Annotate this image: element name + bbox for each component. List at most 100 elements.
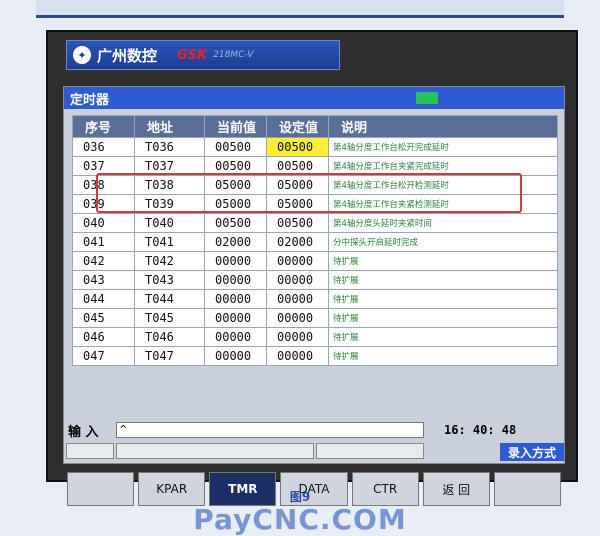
cell-setting-value[interactable]: 00000 [266,289,329,309]
window-title: 定时器 [70,92,110,108]
col-header-current: 当前值 [204,115,267,138]
cell-address: T041 [134,232,205,252]
cell-description: 第4轴分度工作台夹紧完成延时 [328,156,558,176]
cell-description: 待扩展 [328,289,558,309]
cell-setting-value[interactable]: 00000 [266,346,329,366]
cell-no: 041 [72,232,135,252]
input-field[interactable]: ^ [116,422,424,438]
cell-no: 039 [72,194,135,214]
cell-setting-value[interactable]: 00500 [266,156,329,176]
cell-current-value: 00500 [204,137,267,157]
status-cell [66,443,114,459]
cell-description: 第4轴分度工作台夹紧检测延时 [328,194,558,214]
cell-address: T038 [134,175,205,195]
cell-address: T040 [134,213,205,233]
cell-address: T045 [134,308,205,328]
cell-no: 038 [72,175,135,195]
cell-current-value: 05000 [204,194,267,214]
cell-description: 第4轴分度工作台松开检测延时 [328,175,558,195]
timer-table: 序号 地址 当前值 设定值 说明 036 T036 00500 00500 第4轴分度工… [72,115,558,366]
status-row: 录入方式 [64,441,566,463]
cell-setting-value[interactable]: 00000 [266,327,329,347]
table-row[interactable]: 036 T036 00500 00500 第4轴分度工作台松开完成延时 [72,137,558,157]
cell-address: T042 [134,251,205,271]
table-row[interactable]: 045 T045 00000 00000 待扩展 [72,308,558,328]
cell-current-value: 00500 [204,213,267,233]
cell-description: 第4轴分度工作台松开完成延时 [328,137,558,157]
cell-current-value: 00000 [204,346,267,366]
cell-no: 045 [72,308,135,328]
cell-address: T046 [134,327,205,347]
cell-current-value: 00500 [204,156,267,176]
company-name: 广州数控 [97,46,158,65]
cell-address: T037 [134,156,205,176]
table-row[interactable]: 037 T037 00500 00500 第4轴分度工作台夹紧完成延时 [72,156,558,176]
cell-current-value: 00000 [204,289,267,309]
cell-current-value: 00000 [204,270,267,290]
cell-no: 047 [72,346,135,366]
table-row[interactable]: 041 T041 02000 02000 分中探头开启延时完成 [72,232,558,252]
window-title-bar: 定时器 [64,87,564,109]
watermark: PayCNC.COM [193,503,407,536]
cell-address: T043 [134,270,205,290]
brand-bar: ✦ 广州数控 GSK 218MC-V [66,40,340,70]
table-row[interactable]: 039 T039 05000 05000 第4轴分度工作台夹紧检测延时 [72,194,558,214]
cell-setting-value[interactable]: 00000 [266,308,329,328]
cell-address: T047 [134,346,205,366]
cell-description: 待扩展 [328,327,558,347]
cell-no: 042 [72,251,135,271]
cnc-panel: ✦ 广州数控 GSK 218MC-V 定时器 序号 地址 当前值 设定值 说明 … [46,30,578,506]
cell-setting-value[interactable]: 05000 [266,175,329,195]
cell-no: 043 [72,270,135,290]
cell-no: 046 [72,327,135,347]
col-header-desc: 说明 [328,115,558,138]
cell-address: T039 [134,194,205,214]
mode-label: 录入方式 [500,443,564,461]
cell-current-value: 02000 [204,232,267,252]
cell-no: 040 [72,213,135,233]
cell-no: 037 [72,156,135,176]
cell-current-value: 00000 [204,251,267,271]
cell-description: 待扩展 [328,270,558,290]
cell-description: 分中探头开启延时完成 [328,232,558,252]
top-strip [36,0,564,18]
cell-address: T036 [134,137,205,157]
table-header-row: 序号 地址 当前值 设定值 说明 [72,115,558,138]
cell-description: 待扩展 [328,346,558,366]
gsk-logo-icon: ✦ [73,46,91,64]
table-row[interactable]: 038 T038 05000 05000 第4轴分度工作台松开检测延时 [72,175,558,195]
col-header-address: 地址 [134,115,205,138]
table-row[interactable]: 047 T047 00000 00000 待扩展 [72,346,558,366]
caption: 图9 PayCNC.COM [0,488,600,536]
status-cell [116,443,314,459]
cell-description: 第4轴分度头延时夹紧时间 [328,213,558,233]
cell-setting-value[interactable]: 00000 [266,251,329,271]
cell-setting-value[interactable]: 05000 [266,194,329,214]
clock: 16: 40: 48 [444,423,517,437]
display-screen: 定时器 序号 地址 当前值 设定值 说明 036 T036 00500 00500 第4… [63,86,565,464]
col-header-setting: 设定值 [266,115,329,138]
cell-description: 待扩展 [328,251,558,271]
table-row[interactable]: 042 T042 00000 00000 待扩展 [72,251,558,271]
cell-setting-value[interactable]: 00500 [266,137,329,157]
input-label: 输 入 [68,424,99,440]
cell-setting-value[interactable]: 02000 [266,232,329,252]
cell-current-value: 00000 [204,308,267,328]
cell-current-value: 05000 [204,175,267,195]
status-indicator [416,92,438,104]
cell-address: T044 [134,289,205,309]
cell-setting-value[interactable]: 00000 [266,270,329,290]
status-cell [316,443,424,459]
cell-description: 待扩展 [328,308,558,328]
cell-no: 036 [72,137,135,157]
model-name: 218MC-V [213,50,254,60]
table-row[interactable]: 040 T040 00500 00500 第4轴分度头延时夹紧时间 [72,213,558,233]
table-row[interactable]: 043 T043 00000 00000 待扩展 [72,270,558,290]
cell-no: 044 [72,289,135,309]
cell-current-value: 00000 [204,327,267,347]
col-header-no: 序号 [72,115,135,138]
cell-setting-value[interactable]: 00500 [266,213,329,233]
brand-logo-text: GSK [177,47,208,63]
table-row[interactable]: 044 T044 00000 00000 待扩展 [72,289,558,309]
table-row[interactable]: 046 T046 00000 00000 待扩展 [72,327,558,347]
